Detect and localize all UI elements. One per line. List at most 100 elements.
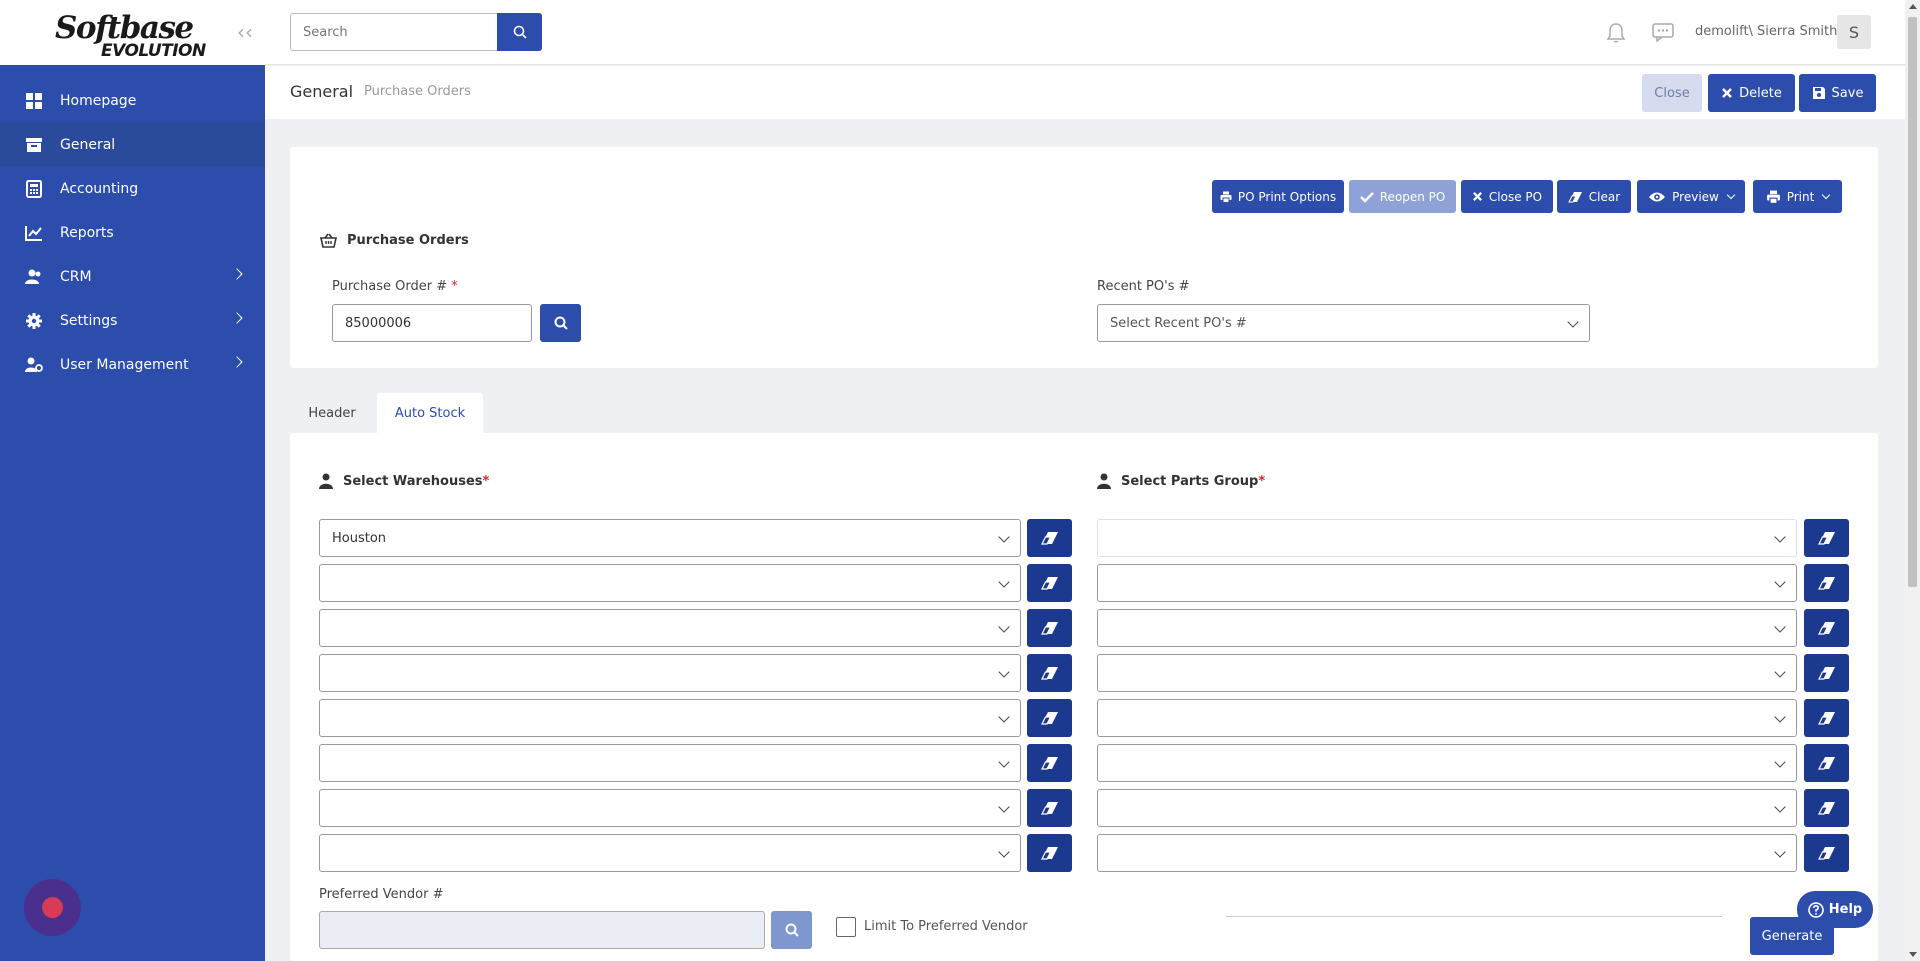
clear-button[interactable]: Clear bbox=[1557, 180, 1631, 213]
clear-parts-group-button[interactable] bbox=[1804, 789, 1849, 827]
sidebar-item-crm[interactable]: CRM bbox=[0, 255, 265, 299]
clear-parts-group-button[interactable] bbox=[1804, 519, 1849, 557]
avatar[interactable]: S bbox=[1837, 15, 1871, 49]
warehouse-select[interactable] bbox=[319, 789, 1021, 827]
calculator-icon bbox=[26, 180, 42, 198]
warehouse-select[interactable]: Houston bbox=[319, 519, 1021, 557]
tab-label: Header bbox=[308, 405, 356, 421]
sidebar-item-homepage[interactable]: Homepage bbox=[0, 79, 265, 123]
recent-po-select[interactable]: Select Recent PO's # bbox=[1097, 304, 1590, 342]
preferred-vendor-search-button[interactable] bbox=[771, 911, 812, 949]
sidebar-item-reports[interactable]: Reports bbox=[0, 211, 265, 255]
chevron-down-icon bbox=[1774, 531, 1786, 543]
clear-warehouse-button[interactable] bbox=[1027, 834, 1072, 872]
po-search-button[interactable] bbox=[540, 304, 581, 342]
warehouse-select-value: Houston bbox=[332, 530, 387, 546]
auto-stock-card: Select Warehouses * Select Parts Group * H… bbox=[290, 433, 1878, 961]
question-icon bbox=[1807, 901, 1824, 918]
clear-parts-group-button[interactable] bbox=[1804, 744, 1849, 782]
search-icon bbox=[554, 316, 568, 330]
warehouse-select[interactable] bbox=[319, 654, 1021, 692]
sidebar-item-user-management[interactable]: User Management bbox=[0, 343, 265, 387]
close-po-button[interactable]: Close PO bbox=[1461, 180, 1553, 213]
chevron-down-icon bbox=[998, 711, 1010, 723]
message-icon[interactable] bbox=[1652, 22, 1674, 42]
chat-bubble-button[interactable] bbox=[24, 879, 81, 936]
eraser-icon bbox=[1040, 622, 1058, 635]
search-icon bbox=[513, 25, 527, 39]
parts-group-select[interactable] bbox=[1097, 834, 1797, 872]
chevron-down-icon bbox=[1774, 666, 1786, 678]
chevron-down-icon bbox=[1822, 190, 1831, 199]
warehouse-select[interactable] bbox=[319, 834, 1021, 872]
parts-group-select[interactable] bbox=[1097, 789, 1797, 827]
clear-parts-group-button[interactable] bbox=[1804, 654, 1849, 692]
scroll-down-arrow-icon[interactable] bbox=[1909, 952, 1917, 957]
preview-button[interactable]: Preview bbox=[1637, 180, 1745, 213]
po-print-options-button[interactable]: PO Print Options bbox=[1212, 180, 1344, 213]
eraser-icon bbox=[1817, 532, 1835, 545]
clear-warehouse-button[interactable] bbox=[1027, 564, 1072, 602]
scroll-up-arrow-icon[interactable] bbox=[1909, 4, 1917, 9]
sidebar-item-general[interactable]: General bbox=[0, 123, 265, 167]
parts-group-select[interactable] bbox=[1097, 654, 1797, 692]
clear-parts-group-button[interactable] bbox=[1804, 564, 1849, 602]
warehouse-select[interactable] bbox=[319, 744, 1021, 782]
sidebar-item-label: Settings bbox=[60, 313, 118, 329]
breadcrumb-section[interactable]: General bbox=[290, 82, 353, 101]
parts-group-select[interactable] bbox=[1097, 699, 1797, 737]
check-icon bbox=[1359, 191, 1374, 203]
user-name[interactable]: demolift\ Sierra Smith bbox=[1695, 24, 1837, 39]
preferred-vendor-input[interactable] bbox=[319, 911, 765, 949]
gear-icon bbox=[26, 313, 42, 329]
chevron-down-icon bbox=[998, 666, 1010, 678]
search-button[interactable] bbox=[497, 13, 542, 51]
required-marker: * bbox=[482, 473, 490, 489]
clear-parts-group-button[interactable] bbox=[1804, 699, 1849, 737]
x-icon bbox=[1722, 88, 1733, 98]
parts-group-select[interactable] bbox=[1097, 609, 1797, 647]
po-number-input[interactable]: 85000006 bbox=[332, 304, 532, 342]
sidebar-item-accounting[interactable]: Accounting bbox=[0, 167, 265, 211]
clear-warehouse-button[interactable] bbox=[1027, 789, 1072, 827]
chevron-right-icon bbox=[231, 268, 243, 280]
clear-warehouse-button[interactable] bbox=[1027, 519, 1072, 557]
delete-button[interactable]: Delete bbox=[1708, 74, 1795, 112]
sidebar-item-settings[interactable]: Settings bbox=[0, 299, 265, 343]
tab-auto-stock[interactable]: Auto Stock bbox=[377, 393, 483, 433]
clear-warehouse-button[interactable] bbox=[1027, 609, 1072, 647]
bell-icon[interactable] bbox=[1606, 22, 1626, 44]
parts-group-select[interactable] bbox=[1097, 744, 1797, 782]
warehouse-select[interactable] bbox=[319, 564, 1021, 602]
warehouse-select[interactable] bbox=[319, 699, 1021, 737]
help-button[interactable]: Help bbox=[1797, 891, 1873, 928]
chevron-down-icon bbox=[1774, 846, 1786, 858]
reopen-po-button[interactable]: Reopen PO bbox=[1349, 180, 1456, 213]
basket-icon bbox=[320, 233, 337, 248]
sidebar-item-label: Reports bbox=[60, 225, 114, 241]
parts-group-select[interactable] bbox=[1097, 564, 1797, 602]
clear-parts-group-button[interactable] bbox=[1804, 609, 1849, 647]
scrollbar-thumb[interactable] bbox=[1908, 17, 1917, 587]
save-button[interactable]: Save bbox=[1799, 74, 1876, 112]
page-scrollbar[interactable] bbox=[1905, 0, 1920, 961]
tab-header[interactable]: Header bbox=[290, 393, 374, 433]
search-input[interactable] bbox=[290, 13, 498, 51]
chevron-down-icon bbox=[1726, 190, 1736, 199]
preferred-vendor-label: Preferred Vendor # bbox=[319, 887, 444, 902]
clear-parts-group-button[interactable] bbox=[1804, 834, 1849, 872]
warehouse-select[interactable] bbox=[319, 609, 1021, 647]
chevron-down-icon bbox=[998, 531, 1010, 543]
close-button[interactable]: Close bbox=[1642, 74, 1702, 112]
parts-group-select[interactable] bbox=[1097, 519, 1797, 557]
collapse-sidebar-icon[interactable]: ‹‹ bbox=[237, 20, 253, 44]
eraser-icon bbox=[1040, 847, 1058, 860]
clear-warehouse-button[interactable] bbox=[1027, 744, 1072, 782]
print-button[interactable]: Print bbox=[1753, 180, 1842, 213]
record-dot-icon bbox=[42, 897, 63, 918]
clear-warehouse-button[interactable] bbox=[1027, 654, 1072, 692]
limit-vendor-checkbox[interactable] bbox=[836, 917, 856, 937]
clear-warehouse-button[interactable] bbox=[1027, 699, 1072, 737]
warehouses-title-text: Select Warehouses bbox=[343, 473, 483, 489]
print-label: Print bbox=[1786, 189, 1815, 204]
